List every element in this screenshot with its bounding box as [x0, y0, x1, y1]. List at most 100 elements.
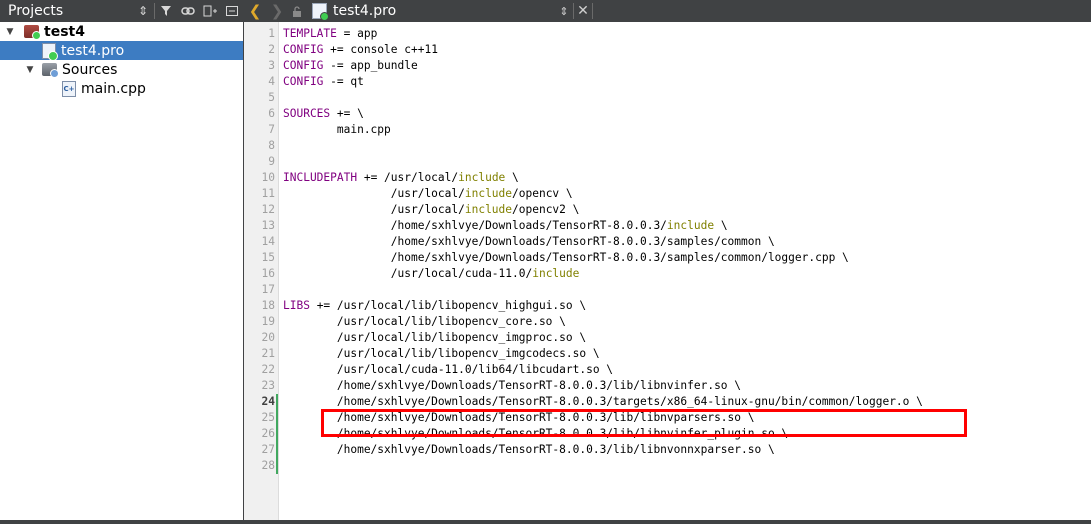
code-editor[interactable]: 1 TEMPLATE = app 2 CONFIG += console c++11 3…	[244, 22, 1091, 520]
code-line[interactable]: 4 CONFIG -= qt	[244, 74, 1091, 90]
code-text: SOURCES += \	[283, 106, 364, 122]
text-token: /usr/local/cuda-11.0/lib64/libcudart.so …	[283, 363, 614, 376]
line-number: 4	[268, 75, 275, 88]
code-line[interactable]: 1 TEMPLATE = app	[244, 26, 1091, 42]
code-line[interactable]: 20 /usr/local/lib/libopencv_imgproc.so \	[244, 330, 1091, 346]
text-token: /usr/local/cuda-11.0/	[283, 267, 533, 280]
builtin-token: include	[464, 203, 513, 216]
code-line[interactable]: 18 LIBS += /usr/local/lib/libopencv_highg…	[244, 298, 1091, 314]
code-line[interactable]: 6 SOURCES += \	[244, 106, 1091, 122]
code-line[interactable]: 13 /home/sxhlvye/Downloads/TensorRT-8.0.…	[244, 218, 1091, 234]
tree-item-label: test4	[44, 23, 85, 40]
tree-item-main-cpp[interactable]: C+ main.cpp	[0, 79, 243, 98]
projects-toolbar: Projects ⇕	[0, 0, 243, 22]
code-line[interactable]: 2 CONFIG += console c++11	[244, 42, 1091, 58]
code-line[interactable]: 3 CONFIG -= app_bundle	[244, 58, 1091, 74]
split-add-icon[interactable]	[199, 0, 221, 22]
line-number: 12	[261, 203, 275, 216]
line-number: 18	[261, 299, 275, 312]
code-line[interactable]: 16 /usr/local/cuda-11.0/include	[244, 266, 1091, 282]
code-line[interactable]: 21 /usr/local/lib/libopencv_imgcodecs.so…	[244, 346, 1091, 362]
code-line[interactable]: 10 INCLUDEPATH += /usr/local/include \	[244, 170, 1091, 186]
line-number: 24	[261, 395, 275, 408]
code-line[interactable]: 26 /home/sxhlvye/Downloads/TensorRT-8.0.…	[244, 426, 1091, 442]
line-number: 27	[261, 443, 275, 456]
line-number: 3	[268, 59, 275, 72]
code-line[interactable]: 23 /home/sxhlvye/Downloads/TensorRT-8.0.…	[244, 378, 1091, 394]
code-line[interactable]: 5	[244, 90, 1091, 106]
text-token: /home/sxhlvye/Downloads/TensorRT-8.0.0.3…	[283, 427, 789, 440]
text-token: /opencv2 \	[512, 203, 580, 216]
line-number: 14	[261, 235, 275, 248]
code-text: /home/sxhlvye/Downloads/TensorRT-8.0.0.3…	[283, 218, 728, 234]
code-line[interactable]: 22 /usr/local/cuda-11.0/lib64/libcudart.…	[244, 362, 1091, 378]
editor-pane: ❮ ❯ test4.pro ⇕ ✕ 1 TEMPLATE = app 2 CONFIG…	[244, 0, 1091, 524]
sort-updown-icon[interactable]: ⇕	[132, 0, 154, 22]
code-text: /usr/local/include/opencv2 \	[283, 202, 580, 218]
line-number: 5	[268, 91, 275, 104]
code-line[interactable]: 14 /home/sxhlvye/Downloads/TensorRT-8.0.…	[244, 234, 1091, 250]
code-line[interactable]: 12 /usr/local/include/opencv2 \	[244, 202, 1091, 218]
code-line[interactable]: 17	[244, 282, 1091, 298]
line-number: 9	[268, 155, 275, 168]
line-number: 15	[261, 251, 275, 264]
keyword-token: CONFIG	[283, 75, 324, 88]
text-token: main.cpp	[283, 123, 391, 136]
back-arrow-icon[interactable]: ❮	[244, 0, 266, 22]
text-token: /home/sxhlvye/Downloads/TensorRT-8.0.0.3…	[283, 411, 755, 424]
code-line[interactable]: 19 /usr/local/lib/libopencv_core.so \	[244, 314, 1091, 330]
code-text: /home/sxhlvye/Downloads/TensorRT-8.0.0.3…	[283, 394, 923, 410]
builtin-token: include	[458, 171, 506, 184]
code-text: CONFIG -= qt	[283, 74, 364, 90]
text-token: /home/sxhlvye/Downloads/TensorRT-8.0.0.3…	[283, 443, 775, 456]
expand-arrow-icon[interactable]: ▼	[4, 27, 16, 37]
tree-item-project[interactable]: ▼ test4	[0, 22, 243, 41]
tree-item-sources[interactable]: ▼ Sources	[0, 60, 243, 79]
line-number: 11	[261, 187, 275, 200]
code-line[interactable]: 27 /home/sxhlvye/Downloads/TensorRT-8.0.…	[244, 442, 1091, 458]
code-line[interactable]: 15 /home/sxhlvye/Downloads/TensorRT-8.0.…	[244, 250, 1091, 266]
line-number: 6	[268, 107, 275, 120]
link-icon[interactable]	[177, 0, 199, 22]
close-pane-icon[interactable]	[221, 0, 243, 22]
document-switch-icon[interactable]: ⇕	[555, 0, 573, 22]
code-text: CONFIG -= app_bundle	[283, 58, 418, 74]
forward-arrow-icon[interactable]: ❯	[266, 0, 288, 22]
editor-toolbar: ❮ ❯ test4.pro ⇕ ✕	[244, 0, 1091, 22]
text-token: += /usr/local/lib/libopencv_highgui.so \	[309, 299, 587, 312]
filter-icon[interactable]	[155, 0, 177, 22]
code-text: /usr/local/include/opencv \	[283, 186, 573, 202]
line-number: 19	[261, 315, 275, 328]
text-token: /usr/local/	[283, 187, 465, 200]
code-line[interactable]: 24 /home/sxhlvye/Downloads/TensorRT-8.0.…	[244, 394, 1091, 410]
code-line[interactable]: 11 /usr/local/include/opencv \	[244, 186, 1091, 202]
code-line[interactable]: 9	[244, 154, 1091, 170]
change-marker	[276, 394, 278, 410]
tree-item-pro-file[interactable]: test4.pro	[0, 41, 243, 61]
code-line[interactable]: 7 main.cpp	[244, 122, 1091, 138]
line-number: 1	[268, 27, 275, 40]
pro-file-icon	[312, 3, 329, 21]
change-marker	[276, 426, 278, 442]
code-text: TEMPLATE = app	[283, 26, 377, 42]
tree-item-label: Sources	[62, 61, 118, 78]
text-token: += \	[330, 107, 364, 120]
close-document-icon[interactable]: ✕	[574, 0, 592, 22]
editor-bottom-bar	[244, 520, 1091, 524]
code-line[interactable]: 28	[244, 458, 1091, 474]
text-token: += /usr/local/	[357, 171, 459, 184]
code-line[interactable]: 25 /home/sxhlvye/Downloads/TensorRT-8.0.…	[244, 410, 1091, 426]
lock-icon	[288, 0, 306, 22]
open-document-title[interactable]: test4.pro	[333, 3, 555, 19]
change-marker	[276, 458, 278, 474]
code-text: /home/sxhlvye/Downloads/TensorRT-8.0.0.3…	[283, 410, 755, 426]
code-text: /home/sxhlvye/Downloads/TensorRT-8.0.0.3…	[283, 378, 741, 394]
expand-arrow-icon[interactable]: ▼	[24, 65, 36, 75]
pro-file-icon	[42, 42, 58, 61]
line-number: 20	[261, 331, 275, 344]
code-lines: 1 TEMPLATE = app 2 CONFIG += console c++11 3…	[244, 26, 1091, 474]
builtin-token: include	[666, 219, 715, 232]
code-text: main.cpp	[283, 122, 391, 138]
code-line[interactable]: 8	[244, 138, 1091, 154]
code-text: /home/sxhlvye/Downloads/TensorRT-8.0.0.3…	[283, 442, 775, 458]
